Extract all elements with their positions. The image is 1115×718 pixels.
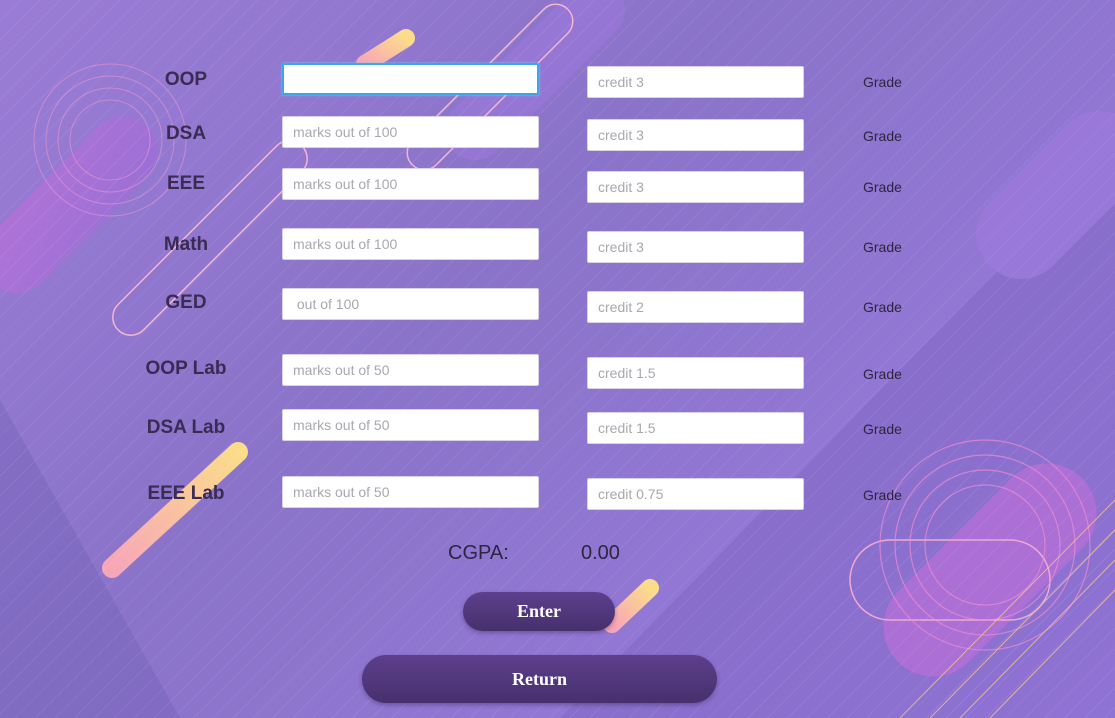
- subject-label-oop-lab: OOP Lab: [145, 358, 227, 379]
- oop-marks-input[interactable]: [282, 63, 539, 95]
- oop-grade-label: Grade: [863, 74, 902, 90]
- eee-lab-credit-input[interactable]: [587, 478, 804, 510]
- oop-lab-grade-label: Grade: [863, 366, 902, 382]
- enter-button[interactable]: Enter: [463, 592, 615, 631]
- eee-lab-grade-label: Grade: [863, 487, 902, 503]
- subject-label-eee-lab: EEE Lab: [147, 483, 225, 504]
- dsa-credit-input[interactable]: [587, 119, 804, 151]
- dsa-lab-marks-input[interactable]: [282, 409, 539, 441]
- ged-grade-label: Grade: [863, 299, 902, 315]
- math-grade-label: Grade: [863, 239, 902, 255]
- return-button[interactable]: Return: [362, 655, 717, 703]
- dsa-lab-grade-label: Grade: [863, 421, 902, 437]
- cgpa-label: CGPA:: [448, 542, 509, 564]
- subject-label-dsa: DSA: [165, 123, 207, 144]
- oop-credit-input[interactable]: [587, 66, 804, 98]
- oop-lab-credit-input[interactable]: [587, 357, 804, 389]
- subject-label-ged: GED: [165, 292, 207, 313]
- subject-label-eee: EEE: [166, 173, 206, 194]
- eee-credit-input[interactable]: [587, 171, 804, 203]
- eee-lab-marks-input[interactable]: [282, 476, 539, 508]
- dsa-lab-credit-input[interactable]: [587, 412, 804, 444]
- oop-lab-marks-input[interactable]: [282, 354, 539, 386]
- cgpa-value: 0.00: [581, 542, 620, 564]
- math-credit-input[interactable]: [587, 231, 804, 263]
- eee-marks-input[interactable]: [282, 168, 539, 200]
- ged-credit-input[interactable]: [587, 291, 804, 323]
- subject-label-math: Math: [163, 234, 209, 255]
- dsa-grade-label: Grade: [863, 128, 902, 144]
- ged-marks-input[interactable]: [282, 288, 539, 320]
- dsa-marks-input[interactable]: [282, 116, 539, 148]
- subject-label-oop: OOP: [164, 69, 208, 90]
- eee-grade-label: Grade: [863, 179, 902, 195]
- math-marks-input[interactable]: [282, 228, 539, 260]
- subject-label-dsa-lab: DSA Lab: [146, 417, 226, 438]
